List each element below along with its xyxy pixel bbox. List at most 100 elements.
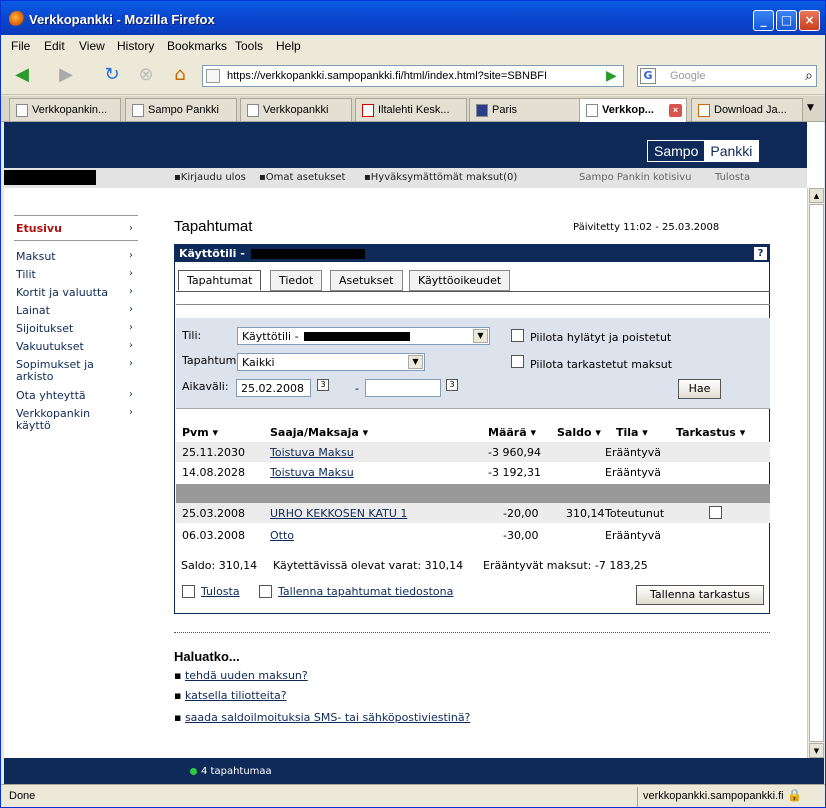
tab-verkkopankki[interactable]: Verkkopankki xyxy=(240,98,352,121)
divider xyxy=(174,632,770,633)
url-bar[interactable]: https://verkkopankki.sampopankki.fi/html… xyxy=(202,65,624,87)
save-file-link[interactable]: Tallenna tapahtumat tiedostona xyxy=(278,585,453,598)
chevron-down-icon[interactable]: ▼ xyxy=(473,329,488,343)
url-text[interactable]: https://verkkopankki.sampopankki.fi/html… xyxy=(227,70,547,82)
tab-close-icon[interactable]: × xyxy=(669,104,682,117)
col-check[interactable]: Tarkastus ▾ xyxy=(676,426,745,439)
row-payee-link[interactable]: Otto xyxy=(270,529,294,542)
close-button[interactable]: × xyxy=(799,10,820,31)
menu-edit[interactable]: Edit xyxy=(44,39,65,53)
home-icon[interactable]: ⌂ xyxy=(167,64,193,88)
bank-logo[interactable]: Sampo Pankki xyxy=(647,140,760,162)
col-payee[interactable]: Saaja/Maksaja ▾ xyxy=(270,426,368,439)
sidebar-item-etusivu[interactable]: Etusivu xyxy=(16,223,62,235)
maximize-button[interactable]: □ xyxy=(776,10,797,31)
title-bar: Verkkopankki - Mozilla Firefox _ □ × xyxy=(1,1,825,35)
row-payee-link[interactable]: Toistuva Maksu xyxy=(270,466,354,479)
vertical-scrollbar[interactable]: ▲ ▼ xyxy=(807,188,824,758)
sidebar-item-ota-yhteytta[interactable]: Ota yhteyttä xyxy=(16,390,86,402)
save-check-button[interactable]: Tallenna tarkastus xyxy=(636,585,764,605)
row-payee-link[interactable]: URHO KEKKOSEN KATU 1 xyxy=(270,507,407,520)
settings-link[interactable]: ▪Omat asetukset xyxy=(259,172,345,183)
minimize-button[interactable]: _ xyxy=(753,10,774,31)
want-title: Haluatko... xyxy=(174,649,240,664)
tab-tiedot[interactable]: Tiedot xyxy=(270,270,323,291)
menu-view[interactable]: View xyxy=(79,39,105,53)
hide-rejected-checkbox[interactable] xyxy=(511,329,524,342)
print-action-link[interactable]: Tulosta xyxy=(201,585,240,598)
menu-file[interactable]: File xyxy=(11,39,30,53)
transaction-count: 4 tapahtumaa xyxy=(201,766,272,777)
col-date[interactable]: Pvm ▾ xyxy=(182,426,218,439)
search-placeholder[interactable]: Google xyxy=(670,70,705,82)
row-payee-link[interactable]: Toistuva Maksu xyxy=(270,446,354,459)
row-date: 06.03.2008 xyxy=(182,529,245,542)
lock-icon[interactable]: 🔒 xyxy=(787,788,802,802)
tab-tapahtumat[interactable]: Tapahtumat xyxy=(178,270,262,291)
row-balance: 310,14 xyxy=(566,507,605,520)
menu-bookmarks[interactable]: Bookmarks xyxy=(167,39,227,53)
date-to-input[interactable] xyxy=(365,379,441,397)
col-balance[interactable]: Saldo ▾ xyxy=(557,426,601,439)
date-from-input[interactable]: 25.02.2008 xyxy=(236,379,311,397)
chevron-down-icon[interactable]: ▼ xyxy=(408,355,423,369)
menu-help[interactable]: Help xyxy=(276,39,301,53)
tab-sampo-pankki[interactable]: Sampo Pankki xyxy=(125,98,237,121)
statements-link[interactable]: katsella tiliotteita? xyxy=(185,689,287,702)
sidebar-item-sijoitukset[interactable]: Sijoitukset xyxy=(16,323,73,335)
col-amount[interactable]: Määrä ▾ xyxy=(488,426,536,439)
save-icon[interactable] xyxy=(259,585,272,598)
tab-verkkopankin[interactable]: Verkkopankin... xyxy=(9,98,121,121)
table-row: 14.08.2028 Toistuva Maksu -3 192,31 Erää… xyxy=(176,462,770,482)
panel-header: Käyttötili - ? xyxy=(175,245,769,262)
sidebar-item-vakuutukset[interactable]: Vakuutukset xyxy=(16,341,84,353)
sidebar-item-maksut[interactable]: Maksut xyxy=(16,251,56,263)
home-link[interactable]: Sampo Pankin kotisivu xyxy=(579,172,692,183)
check-checkbox[interactable] xyxy=(709,506,722,519)
sidebar-item-lainat[interactable]: Lainat xyxy=(16,305,50,317)
tab-kayttooikeudet[interactable]: Käyttöoikeudet xyxy=(409,270,511,291)
calendar-icon[interactable]: 3 xyxy=(446,379,458,391)
logout-link[interactable]: ▪Kirjaudu ulos xyxy=(174,172,246,183)
sidebar-item-verkkopankin-kaytto[interactable]: Verkkopankin käyttö xyxy=(16,408,116,432)
print-link[interactable]: Tulosta xyxy=(715,172,750,183)
col-status[interactable]: Tila ▾ xyxy=(616,426,648,439)
tab-verkkop-active[interactable]: Verkkop... × xyxy=(579,98,687,123)
logo-pankki: Pankki xyxy=(704,141,759,161)
sms-notifications-link[interactable]: saada saldoilmoituksia SMS- tai sähköpos… xyxy=(185,711,470,724)
search-button[interactable]: Hae xyxy=(678,379,721,399)
search-box[interactable]: G Google ⌕ xyxy=(637,65,817,87)
sidebar-item-kortit[interactable]: Kortit ja valuutta xyxy=(16,287,108,299)
tab-paris[interactable]: Paris xyxy=(469,98,581,121)
tab-list-icon[interactable]: ▼ xyxy=(807,103,814,113)
help-icon[interactable]: ? xyxy=(754,247,767,260)
forward-icon[interactable]: ▶ xyxy=(53,64,79,88)
redacted-account-number xyxy=(304,332,410,341)
chevron-right-icon: › xyxy=(129,286,133,297)
scroll-up-icon[interactable]: ▲ xyxy=(809,188,824,203)
stop-icon[interactable]: ⊗ xyxy=(133,64,159,88)
new-payment-link[interactable]: tehdä uuden maksun? xyxy=(185,669,308,682)
sidebar-item-tilit[interactable]: Tilit xyxy=(16,269,36,281)
scroll-down-icon[interactable]: ▼ xyxy=(809,743,824,758)
back-icon[interactable]: ◀ xyxy=(9,64,35,88)
tab-iltalehti[interactable]: Iltalehti Kesk... xyxy=(355,98,467,121)
menu-tools[interactable]: Tools xyxy=(235,39,263,53)
sidebar-item-sopimukset[interactable]: Sopimukset ja arkisto xyxy=(16,359,116,383)
menu-history[interactable]: History xyxy=(117,39,154,53)
account-select[interactable]: Käyttötili - ▼ xyxy=(237,327,490,345)
reload-icon[interactable]: ↻ xyxy=(99,64,125,88)
go-icon[interactable]: ▶ xyxy=(606,67,624,85)
redacted-account xyxy=(251,249,365,259)
tab-icon xyxy=(16,104,28,117)
type-select[interactable]: Kaikki ▼ xyxy=(237,353,425,371)
tab-download-java[interactable]: Download Ja... xyxy=(691,98,803,121)
scroll-thumb[interactable] xyxy=(809,204,824,742)
tab-asetukset[interactable]: Asetukset xyxy=(330,270,403,291)
calendar-icon[interactable]: 3 xyxy=(317,379,329,391)
printer-icon[interactable] xyxy=(182,585,195,598)
hide-checked-checkbox[interactable] xyxy=(511,355,524,368)
search-icon[interactable]: ⌕ xyxy=(805,68,813,84)
google-icon[interactable]: G xyxy=(640,68,656,84)
unaccepted-payments-link[interactable]: ▪Hyväksymättömät maksut(0) xyxy=(364,172,517,183)
